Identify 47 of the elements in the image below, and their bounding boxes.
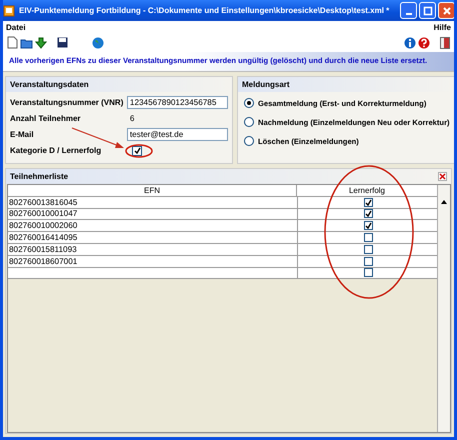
field-label: Anzahl Teilnehmer [10, 114, 82, 123]
close-icon[interactable] [438, 172, 447, 181]
table-cell: 802760015811093 [9, 244, 77, 254]
help-menu[interactable]: Hilfe [434, 23, 451, 32]
input-field[interactable]: 1234567890123456785 [126, 96, 228, 109]
help-icon[interactable] [418, 36, 430, 48]
checkbox[interactable] [364, 209, 372, 218]
checkbox[interactable] [364, 221, 372, 230]
info-icon[interactable] [404, 36, 416, 48]
field-label: Kategorie D / Lernerfolg [10, 146, 102, 155]
table-cell: 802760010002060 [9, 221, 78, 230]
minimize-icon [406, 13, 412, 15]
open-folder-icon[interactable] [20, 36, 33, 48]
checkbox[interactable] [364, 268, 372, 278]
panel-header: Teilnehmerliste [10, 172, 68, 181]
field-label: Veranstaltungsnummer (VNR) [10, 98, 124, 107]
app-icon [3, 4, 15, 16]
new-file-icon[interactable] [7, 36, 18, 49]
checkbox[interactable] [364, 233, 372, 242]
maximize-icon [422, 6, 432, 16]
close-button[interactable] [438, 2, 454, 19]
maximize-button[interactable] [419, 2, 436, 19]
globe-icon[interactable] [92, 36, 104, 48]
field-label: E-Mail [10, 130, 35, 139]
readonly-field: 6 [126, 113, 228, 124]
save-icon[interactable] [57, 37, 68, 48]
exit-door-icon[interactable] [440, 36, 450, 48]
scrollbar[interactable] [437, 185, 450, 432]
minimize-button[interactable] [400, 2, 417, 19]
checkbox[interactable] [364, 244, 372, 254]
table-cell: 802760016414095 [9, 233, 78, 242]
checkbox[interactable] [364, 198, 372, 207]
annotation-ellipse [125, 144, 153, 158]
table-cell: 802760013816045 [9, 198, 78, 207]
close-icon [442, 6, 452, 16]
column-header[interactable]: Lernerfolg [297, 185, 437, 196]
annotation-arrow [72, 127, 124, 148]
table-cell: 802760018607001 [9, 256, 78, 266]
checkbox[interactable] [132, 146, 142, 156]
download-arrow-icon[interactable] [35, 36, 47, 48]
table-cell: 802760010001047 [9, 209, 78, 218]
file-menu[interactable]: Datei [6, 23, 26, 32]
column-header[interactable]: EFN [8, 185, 297, 196]
window-title: EIV-Punktemeldung Fortbildung - C:\Dokumente und Einstellungen\kbroesicke\Desktop\test.xml * [19, 6, 390, 15]
checkbox[interactable] [364, 256, 372, 266]
input-field[interactable]: tester@test.de [126, 128, 228, 141]
scroll-up-icon[interactable] [440, 199, 448, 205]
